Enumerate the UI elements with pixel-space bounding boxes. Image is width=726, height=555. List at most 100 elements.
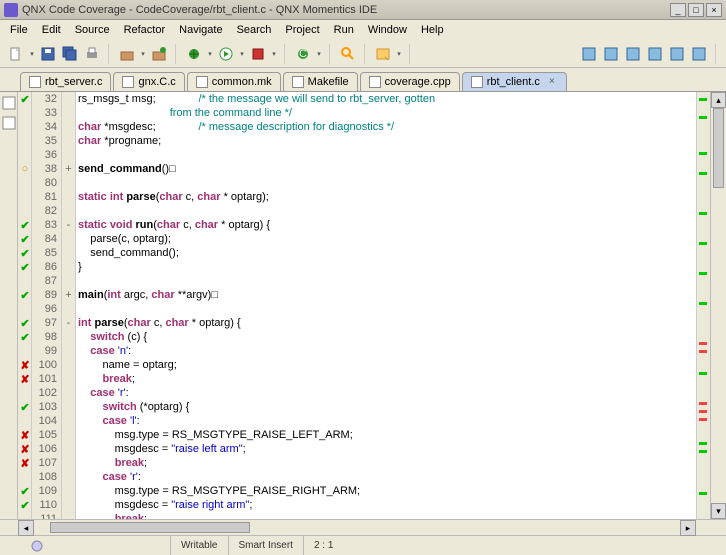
annotation-dropdown-icon[interactable]: ▾ <box>395 44 403 64</box>
code-line[interactable]: break; <box>78 456 696 470</box>
code-line[interactable] <box>78 274 696 288</box>
fold-toggle[interactable]: + <box>62 288 75 302</box>
code-area[interactable]: rs_msgs_t msg; /* the message we will se… <box>76 92 696 519</box>
code-line[interactable]: case 'n': <box>78 344 696 358</box>
debug-dropdown-icon[interactable]: ▾ <box>206 44 214 64</box>
run-button[interactable] <box>216 44 236 64</box>
external-dropdown-icon[interactable]: ▾ <box>270 44 278 64</box>
code-line[interactable]: main(int argc, char **argv)□ <box>78 288 696 302</box>
search-button[interactable] <box>338 44 358 64</box>
menu-source[interactable]: Source <box>69 22 116 38</box>
overview-mark[interactable] <box>699 172 707 175</box>
code-line[interactable]: char *progname; <box>78 134 696 148</box>
maximize-button[interactable]: □ <box>688 3 704 17</box>
print-button[interactable] <box>82 44 102 64</box>
fold-toggle[interactable]: - <box>62 218 75 232</box>
coverage-view3-button[interactable] <box>623 44 643 64</box>
code-line[interactable]: switch (*optarg) { <box>78 400 696 414</box>
code-line[interactable]: case 'r': <box>78 470 696 484</box>
outline-icon[interactable] <box>2 96 16 110</box>
code-line[interactable] <box>78 148 696 162</box>
coverage-view1-button[interactable] <box>579 44 599 64</box>
new-button[interactable] <box>6 44 26 64</box>
scroll-down-button[interactable]: ▾ <box>711 503 726 519</box>
menu-help[interactable]: Help <box>415 22 450 38</box>
new-class-button[interactable]: C <box>293 44 313 64</box>
code-line[interactable]: case 'r': <box>78 386 696 400</box>
code-line[interactable]: send_command()□ <box>78 162 696 176</box>
overview-mark[interactable] <box>699 410 707 413</box>
scroll-up-button[interactable]: ▴ <box>711 92 726 108</box>
hscroll-track[interactable] <box>34 520 680 535</box>
menu-navigate[interactable]: Navigate <box>173 22 228 38</box>
new-dropdown-icon[interactable]: ▾ <box>28 44 36 64</box>
run-dropdown-icon[interactable]: ▾ <box>238 44 246 64</box>
coverage-view4-button[interactable] <box>645 44 665 64</box>
overview-mark[interactable] <box>699 212 707 215</box>
overview-mark[interactable] <box>699 242 707 245</box>
scroll-right-button[interactable]: ▸ <box>680 520 696 536</box>
tab-common-mk[interactable]: common.mk <box>187 72 281 91</box>
code-line[interactable]: msg.type = RS_MSGTYPE_RAISE_LEFT_ARM; <box>78 428 696 442</box>
code-line[interactable]: msgdesc = "raise right arm"; <box>78 498 696 512</box>
overview-mark[interactable] <box>699 152 707 155</box>
code-line[interactable]: parse(c, optarg); <box>78 232 696 246</box>
fold-column[interactable]: + - + - <box>62 92 76 519</box>
code-line[interactable] <box>78 302 696 316</box>
menu-search[interactable]: Search <box>231 22 278 38</box>
code-line[interactable]: break; <box>78 372 696 386</box>
editor[interactable]: ✔○✔✔✔✔✔✔✔✘✘✔✘✘✘✔✔✔ 323334353638808182838… <box>18 92 726 519</box>
external-tools-button[interactable] <box>248 44 268 64</box>
vertical-scrollbar[interactable]: ▴ ▾ <box>710 92 726 519</box>
build-button[interactable] <box>117 44 137 64</box>
tab-gnx-C-c[interactable]: gnx.C.c <box>113 72 184 91</box>
code-line[interactable]: static int parse(char c, char * optarg); <box>78 190 696 204</box>
code-line[interactable]: rs_msgs_t msg; /* the message we will se… <box>78 92 696 106</box>
scroll-left-button[interactable]: ◂ <box>18 520 34 536</box>
overview-mark[interactable] <box>699 372 707 375</box>
code-line[interactable]: switch (c) { <box>78 330 696 344</box>
overview-mark[interactable] <box>699 350 707 353</box>
tab-rbt_server-c[interactable]: rbt_server.c <box>20 72 111 91</box>
menu-edit[interactable]: Edit <box>36 22 67 38</box>
menu-project[interactable]: Project <box>279 22 325 38</box>
coverage-view5-button[interactable] <box>667 44 687 64</box>
fold-toggle[interactable]: - <box>62 316 75 330</box>
hscroll-thumb[interactable] <box>50 522 250 533</box>
code-line[interactable]: from the command line */ <box>78 106 696 120</box>
code-line[interactable]: name = optarg; <box>78 358 696 372</box>
code-line[interactable]: static void run(char c, char * optarg) { <box>78 218 696 232</box>
code-line[interactable]: int parse(char c, char * optarg) { <box>78 316 696 330</box>
new-class-dropdown-icon[interactable]: ▾ <box>315 44 323 64</box>
build-all-button[interactable] <box>149 44 169 64</box>
debug-button[interactable] <box>184 44 204 64</box>
overview-mark[interactable] <box>699 492 707 495</box>
minimize-button[interactable]: _ <box>670 3 686 17</box>
overview-mark[interactable] <box>699 98 707 101</box>
annotation-button[interactable] <box>373 44 393 64</box>
overview-mark[interactable] <box>699 418 707 421</box>
tab-Makefile[interactable]: Makefile <box>283 72 358 91</box>
code-line[interactable]: msg.type = RS_MSGTYPE_RAISE_RIGHT_ARM; <box>78 484 696 498</box>
coverage-view6-button[interactable] <box>689 44 709 64</box>
overview-mark[interactable] <box>699 302 707 305</box>
code-line[interactable]: case 'l': <box>78 414 696 428</box>
build-dropdown-icon[interactable]: ▾ <box>139 44 147 64</box>
tasks-icon[interactable] <box>2 116 16 130</box>
code-line[interactable]: break; <box>78 512 696 519</box>
code-line[interactable]: } <box>78 260 696 274</box>
menu-refactor[interactable]: Refactor <box>118 22 172 38</box>
code-line[interactable]: char *msgdesc; /* message description fo… <box>78 120 696 134</box>
code-line[interactable]: send_command(); <box>78 246 696 260</box>
save-button[interactable] <box>38 44 58 64</box>
menu-window[interactable]: Window <box>362 22 413 38</box>
tab-coverage-cpp[interactable]: coverage.cpp <box>360 72 460 91</box>
coverage-view2-button[interactable] <box>601 44 621 64</box>
fold-toggle[interactable]: + <box>62 162 75 176</box>
tab-rbt_client-c[interactable]: rbt_client.c× <box>462 72 567 91</box>
overview-mark[interactable] <box>699 116 707 119</box>
menu-file[interactable]: File <box>4 22 34 38</box>
overview-mark[interactable] <box>699 272 707 275</box>
scroll-thumb[interactable] <box>713 108 724 188</box>
close-icon[interactable]: × <box>546 76 558 88</box>
